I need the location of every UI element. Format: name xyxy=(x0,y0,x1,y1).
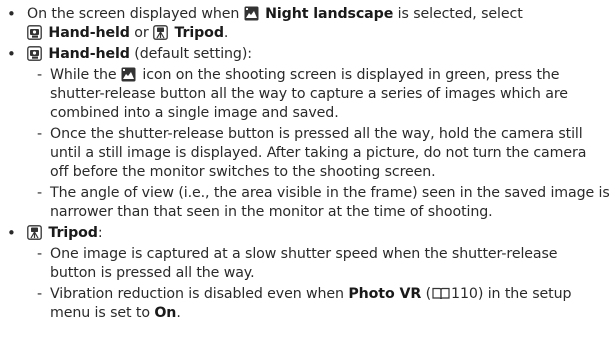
manual-page: • On the screen displayed when Night lan… xyxy=(0,0,615,343)
text: (default setting): xyxy=(134,46,252,62)
night-landscape-icon xyxy=(121,67,136,82)
text: Once the shutter-release button is press… xyxy=(50,126,583,142)
tripod-item-1-line-2: button is pressed all the way. xyxy=(50,265,255,281)
page-reference[interactable]: 110 xyxy=(451,286,478,302)
text: The angle of view (i.e., the area visibl… xyxy=(50,185,610,201)
tripod-item-2-line-2: menu is set to On. xyxy=(50,304,181,323)
text: While the xyxy=(50,67,117,83)
bullet: • xyxy=(7,224,16,242)
dash: - xyxy=(37,67,43,83)
hand-held-label: Hand-held xyxy=(48,25,130,41)
hand-held-label: Hand-held xyxy=(48,46,130,62)
text: ( xyxy=(425,286,432,302)
night-landscape-icon xyxy=(244,6,259,21)
tripod-label: Tripod xyxy=(174,25,224,41)
text: menu is set to xyxy=(50,305,150,321)
text: icon on the shooting screen is displayed… xyxy=(142,67,560,83)
bullet: • xyxy=(7,5,16,23)
night-landscape-label: Night landscape xyxy=(265,6,394,22)
tripod-icon xyxy=(153,25,168,40)
text: ) xyxy=(477,286,484,302)
photo-vr-label: Photo VR xyxy=(348,286,422,302)
tripod-icon xyxy=(27,225,42,240)
text: . xyxy=(176,305,181,321)
text: Vibration reduction is disabled even whe… xyxy=(50,286,344,302)
text: : xyxy=(97,225,103,241)
dash: - xyxy=(37,246,43,262)
hand-held-icon xyxy=(27,46,42,61)
handheld-item-3-line-2: narrower than that seen in the monitor a… xyxy=(50,204,493,220)
text: On the screen displayed when xyxy=(27,6,240,22)
text: One image is captured at a slow shutter … xyxy=(50,246,558,262)
handheld-item-1-line-2: shutter-release button all the way to ca… xyxy=(50,86,568,102)
text: or xyxy=(134,25,149,41)
text: in the setup xyxy=(487,286,572,302)
handheld-item-2-line-2: until a still image is displayed. After … xyxy=(50,145,587,161)
dash: - xyxy=(37,185,43,201)
text: . xyxy=(223,25,229,41)
dash: - xyxy=(37,286,43,302)
handheld-item-2-line-3: off before the monitor switches to the s… xyxy=(50,164,436,180)
reference-book-icon xyxy=(432,287,450,300)
dash: - xyxy=(37,126,43,142)
hand-held-icon xyxy=(27,25,42,40)
bullet: • xyxy=(7,45,16,63)
text: is selected, select xyxy=(397,6,523,22)
handheld-item-1-line-3: combined into a single image and saved. xyxy=(50,105,339,121)
tripod-label: Tripod xyxy=(48,225,98,241)
on-label: On xyxy=(154,305,177,321)
